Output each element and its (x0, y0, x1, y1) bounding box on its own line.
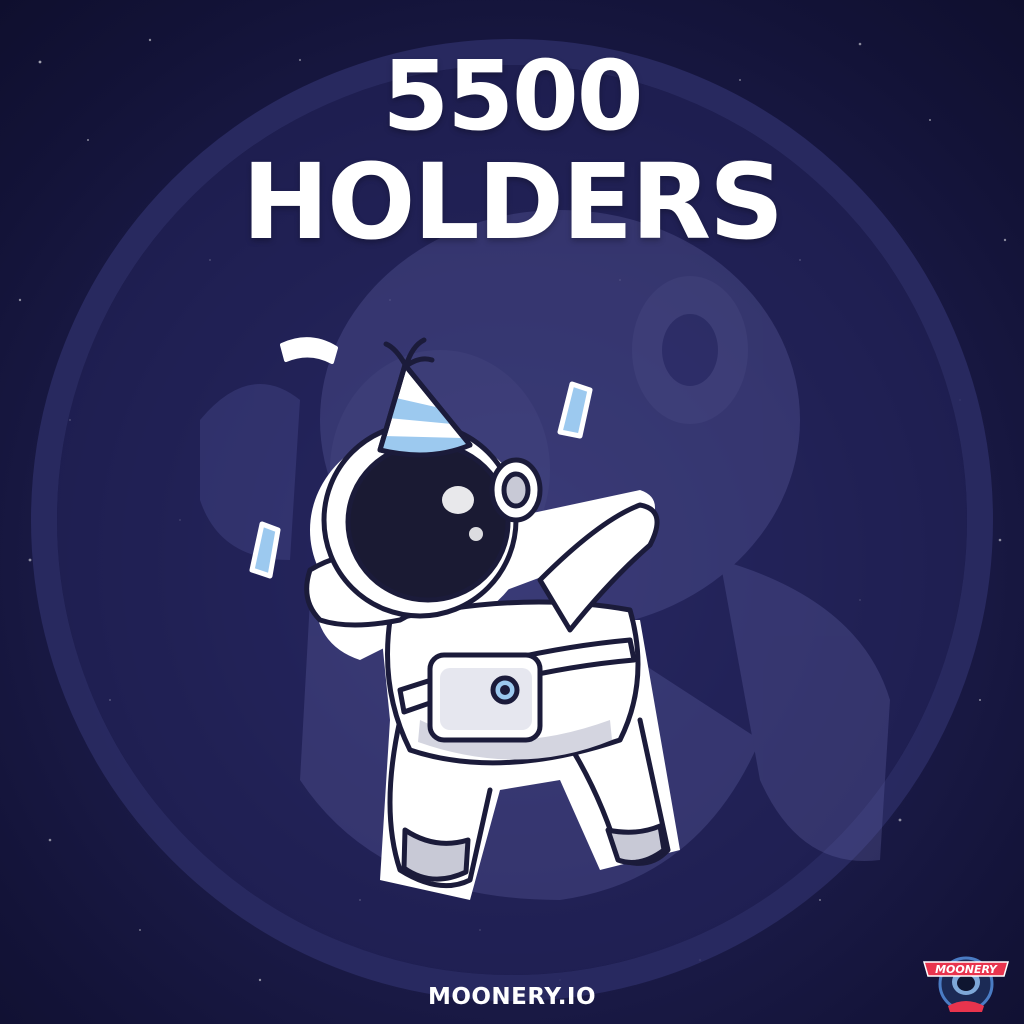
holder-count: 5500 (382, 40, 643, 152)
dabbing-astronaut-icon (249, 337, 680, 900)
headline-label: HOLDERS (241, 141, 784, 263)
website-link[interactable]: MOONERY.IO (0, 984, 1024, 1010)
moonery-logo-icon: MOONERY (923, 956, 1009, 1012)
logo-wordmark: MOONERY (935, 963, 998, 976)
party-hat-icon (377, 337, 473, 458)
promo-canvas: 5500 HOLDERS MOONERY.IO MOONERY (0, 0, 1024, 1024)
